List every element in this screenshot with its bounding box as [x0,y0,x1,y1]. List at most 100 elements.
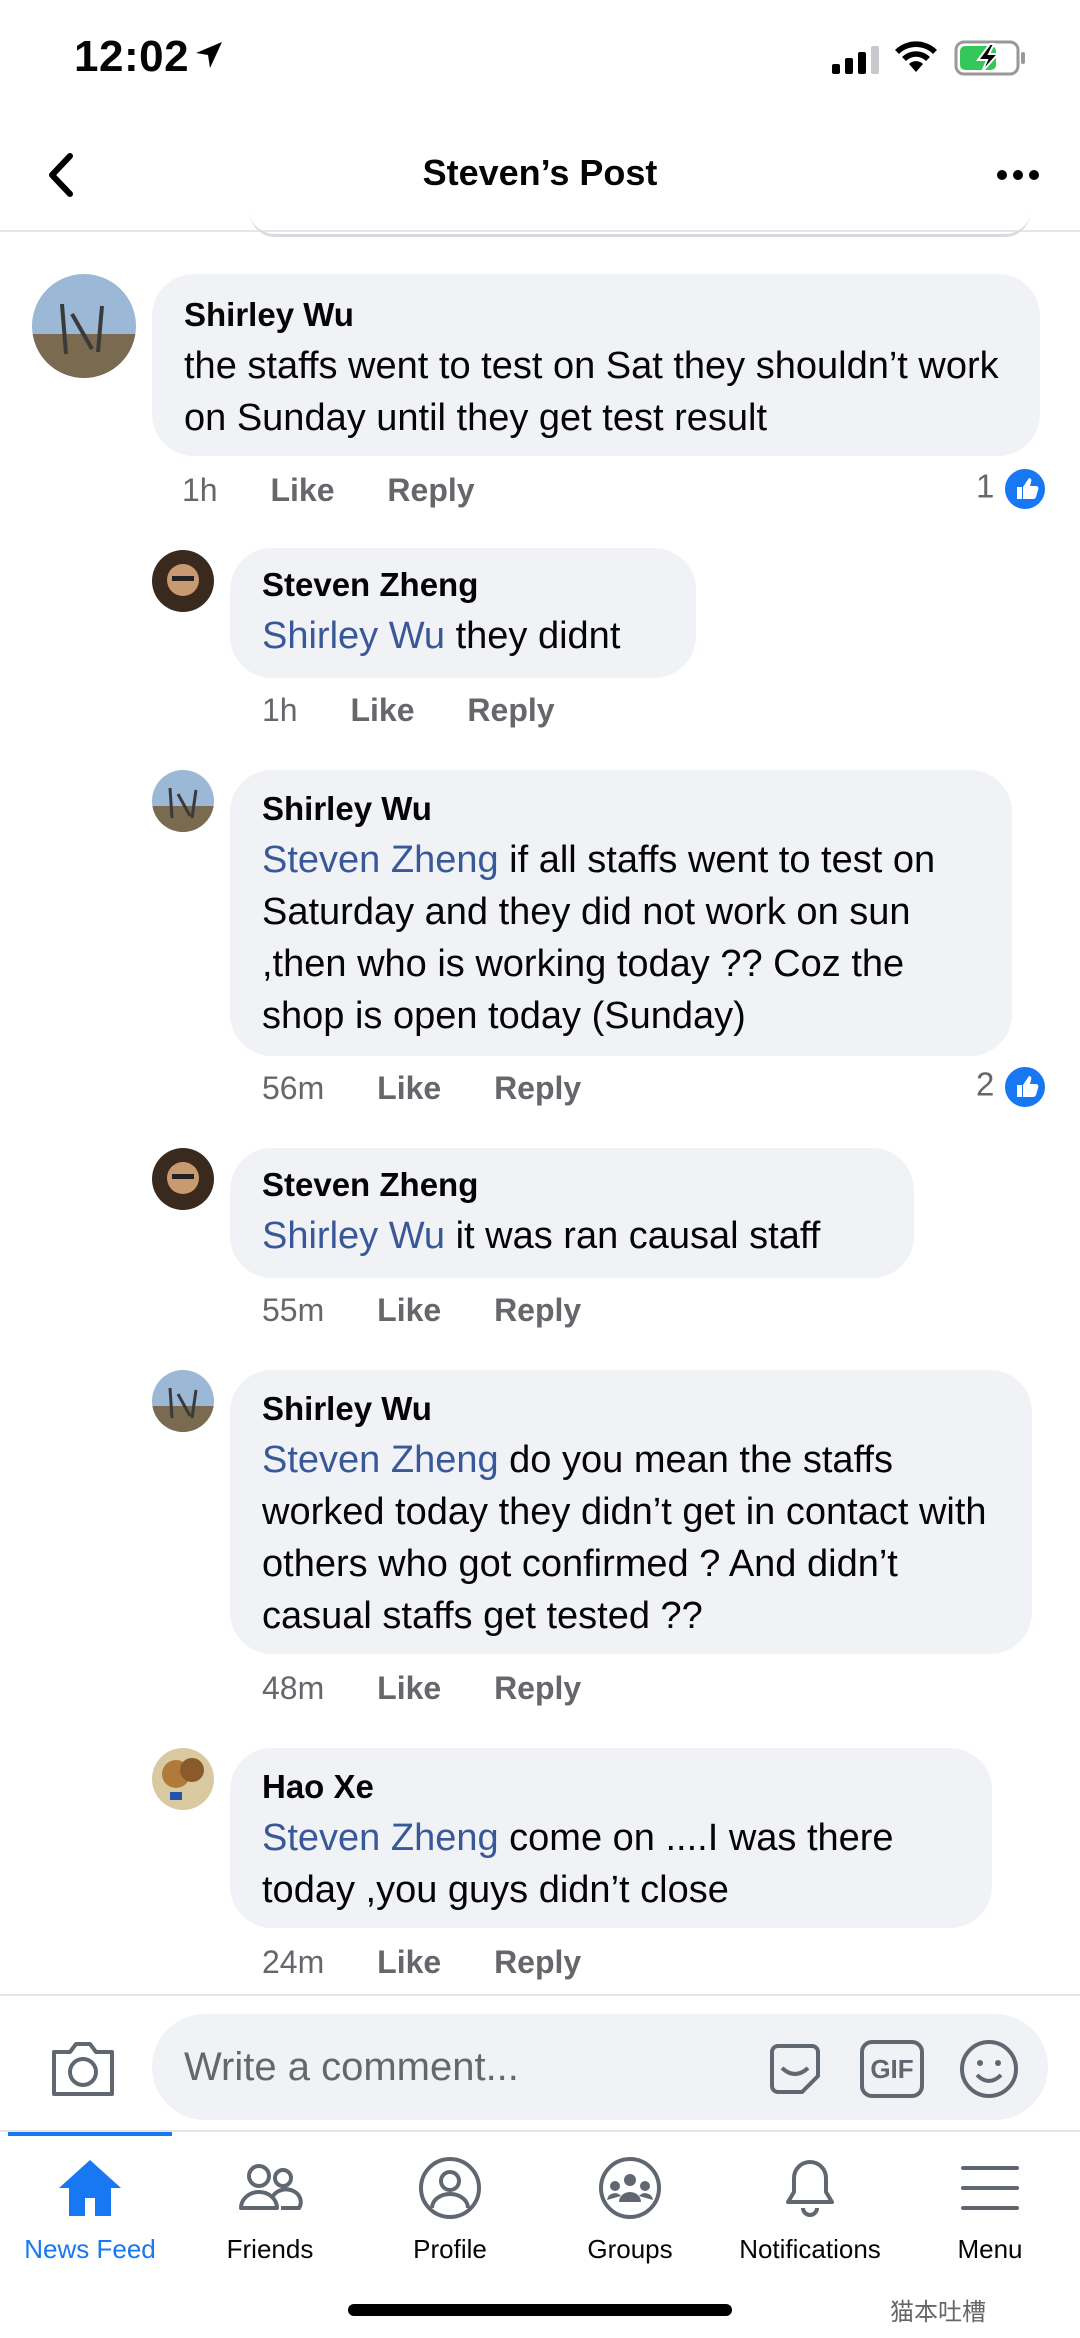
comment-time: 56m [262,1070,325,1106]
tab-label: Friends [226,2234,314,2264]
like-button[interactable]: Like [377,1670,441,1706]
comment-author[interactable]: Shirley Wu [184,296,1008,334]
comment-time: 1h [182,472,218,508]
avatar[interactable] [152,1370,214,1432]
mention-link[interactable]: Shirley Wu [262,615,445,657]
tab-label: Groups [587,2234,673,2264]
reply-button[interactable]: Reply [387,472,474,508]
emoji-icon[interactable] [958,2038,1020,2100]
comment-author[interactable]: Shirley Wu [262,1390,1000,1428]
comment-time: 24m [262,1944,325,1980]
friends-icon [239,2164,303,2210]
gif-label: GIF [870,2054,914,2084]
like-button[interactable]: Like [377,1944,441,1980]
tab-groups[interactable]: Groups [540,2156,720,2265]
avatar-photo-icon [152,770,214,832]
reply-button[interactable]: Reply [494,1944,581,1980]
page-title: Steven’s Post [422,152,658,193]
mention-link[interactable]: Shirley Wu [262,1215,445,1257]
tab-profile[interactable]: Profile [360,2156,540,2265]
comment-text: the staffs went to test on Sat they shou… [184,345,999,439]
comment-text: it was ran causal staff [455,1215,821,1257]
status-bar: 12:02 [0,0,1080,120]
menu-icon [961,2166,1019,2210]
sticker-icon[interactable] [764,2038,826,2100]
reply-button[interactable]: Reply [494,1070,581,1106]
comment-time: 48m [262,1670,325,1706]
comment-input-placeholder: Write a comment... [184,2045,519,2089]
comment-author[interactable]: Hao Xe [262,1768,960,1806]
comment-bubble[interactable]: Hao Xe Steven Zheng come on ....I was th… [230,1748,992,1928]
comment-author[interactable]: Steven Zheng [262,1166,882,1204]
comment-actions: 1h Like Reply [182,472,519,509]
avatar-photo-icon [152,1148,214,1210]
comment-composer: Write a comment... GIF [0,1994,1080,2146]
avatar[interactable] [152,1148,214,1210]
battery-charging-icon [954,40,1025,76]
comment-time: 55m [262,1292,325,1328]
comment-actions: 56m Like Reply [262,1070,625,1107]
comment-actions: 1h Like Reply [262,692,599,729]
wifi-icon [895,41,937,72]
tab-menu[interactable]: Menu [900,2156,1080,2265]
like-button[interactable]: Like [350,692,414,728]
tab-label: Profile [413,2234,487,2264]
comment-actions: 24m Like Reply [262,1944,625,1981]
like-count[interactable]: 2 [976,1064,1049,1110]
thumbs-up-icon [1002,1064,1049,1110]
avatar[interactable] [152,1748,214,1810]
comment-author[interactable]: Steven Zheng [262,566,664,604]
profile-icon [419,2157,481,2219]
like-count[interactable]: 1 [976,466,1049,512]
comment-bubble[interactable]: Shirley Wu Steven Zheng do you mean the … [230,1370,1032,1654]
cellular-signal-icon [832,46,879,74]
comment-bubble[interactable]: Steven Zheng Shirley Wu they didnt [230,548,696,678]
bell-icon [786,2160,834,2217]
mention-link[interactable]: Steven Zheng [262,1439,499,1481]
home-icon [59,2160,121,2216]
like-count-number: 2 [976,1065,995,1103]
like-button[interactable]: Like [377,1292,441,1328]
like-button[interactable]: Like [270,472,334,508]
location-arrow-icon [196,42,222,68]
like-button[interactable]: Like [377,1070,441,1106]
comment-author[interactable]: Shirley Wu [262,790,980,828]
tab-label: News Feed [24,2234,156,2264]
avatar[interactable] [152,550,214,612]
comment-input[interactable]: Write a comment... GIF [152,2014,1048,2120]
previous-comment-edge [250,212,1030,237]
camera-icon[interactable] [48,2036,118,2100]
groups-icon [599,2157,661,2219]
avatar[interactable] [152,770,214,832]
mention-link[interactable]: Steven Zheng [262,839,499,881]
comment-bubble[interactable]: Shirley Wu Steven Zheng if all staffs we… [230,770,1012,1056]
like-count-number: 1 [976,467,995,505]
mention-link[interactable]: Steven Zheng [262,1817,499,1859]
reply-button[interactable]: Reply [494,1292,581,1328]
gif-button[interactable]: GIF [860,2040,924,2098]
thumbs-up-icon [1002,466,1049,512]
tab-label: Menu [957,2234,1023,2264]
more-options-icon[interactable] [994,160,1042,190]
comment-time: 1h [262,692,298,728]
active-tab-indicator [8,2132,172,2136]
tab-notifications[interactable]: Notifications [720,2156,900,2265]
comment-actions: 48m Like Reply [262,1670,625,1707]
comment-bubble[interactable]: Steven Zheng Shirley Wu it was ran causa… [230,1148,914,1278]
avatar[interactable] [32,274,136,378]
comment-actions: 55m Like Reply [262,1292,625,1329]
avatar-photo-icon [152,1370,214,1432]
avatar-photo-icon [32,274,136,378]
home-indicator[interactable] [348,2304,732,2316]
reply-button[interactable]: Reply [494,1670,581,1706]
status-time: 12:02 [74,32,190,81]
tab-news-feed[interactable]: News Feed [0,2156,180,2265]
avatar-photo-icon [152,1748,214,1810]
watermark-text: 猫本吐槽 [890,2299,986,2326]
comment-bubble[interactable]: Shirley Wu the staffs went to test on Sa… [152,274,1040,456]
comment-text: they didnt [455,615,621,657]
reply-button[interactable]: Reply [467,692,554,728]
avatar-photo-icon [152,550,214,612]
tab-friends[interactable]: Friends [180,2156,360,2265]
tab-label: Notifications [739,2234,881,2264]
